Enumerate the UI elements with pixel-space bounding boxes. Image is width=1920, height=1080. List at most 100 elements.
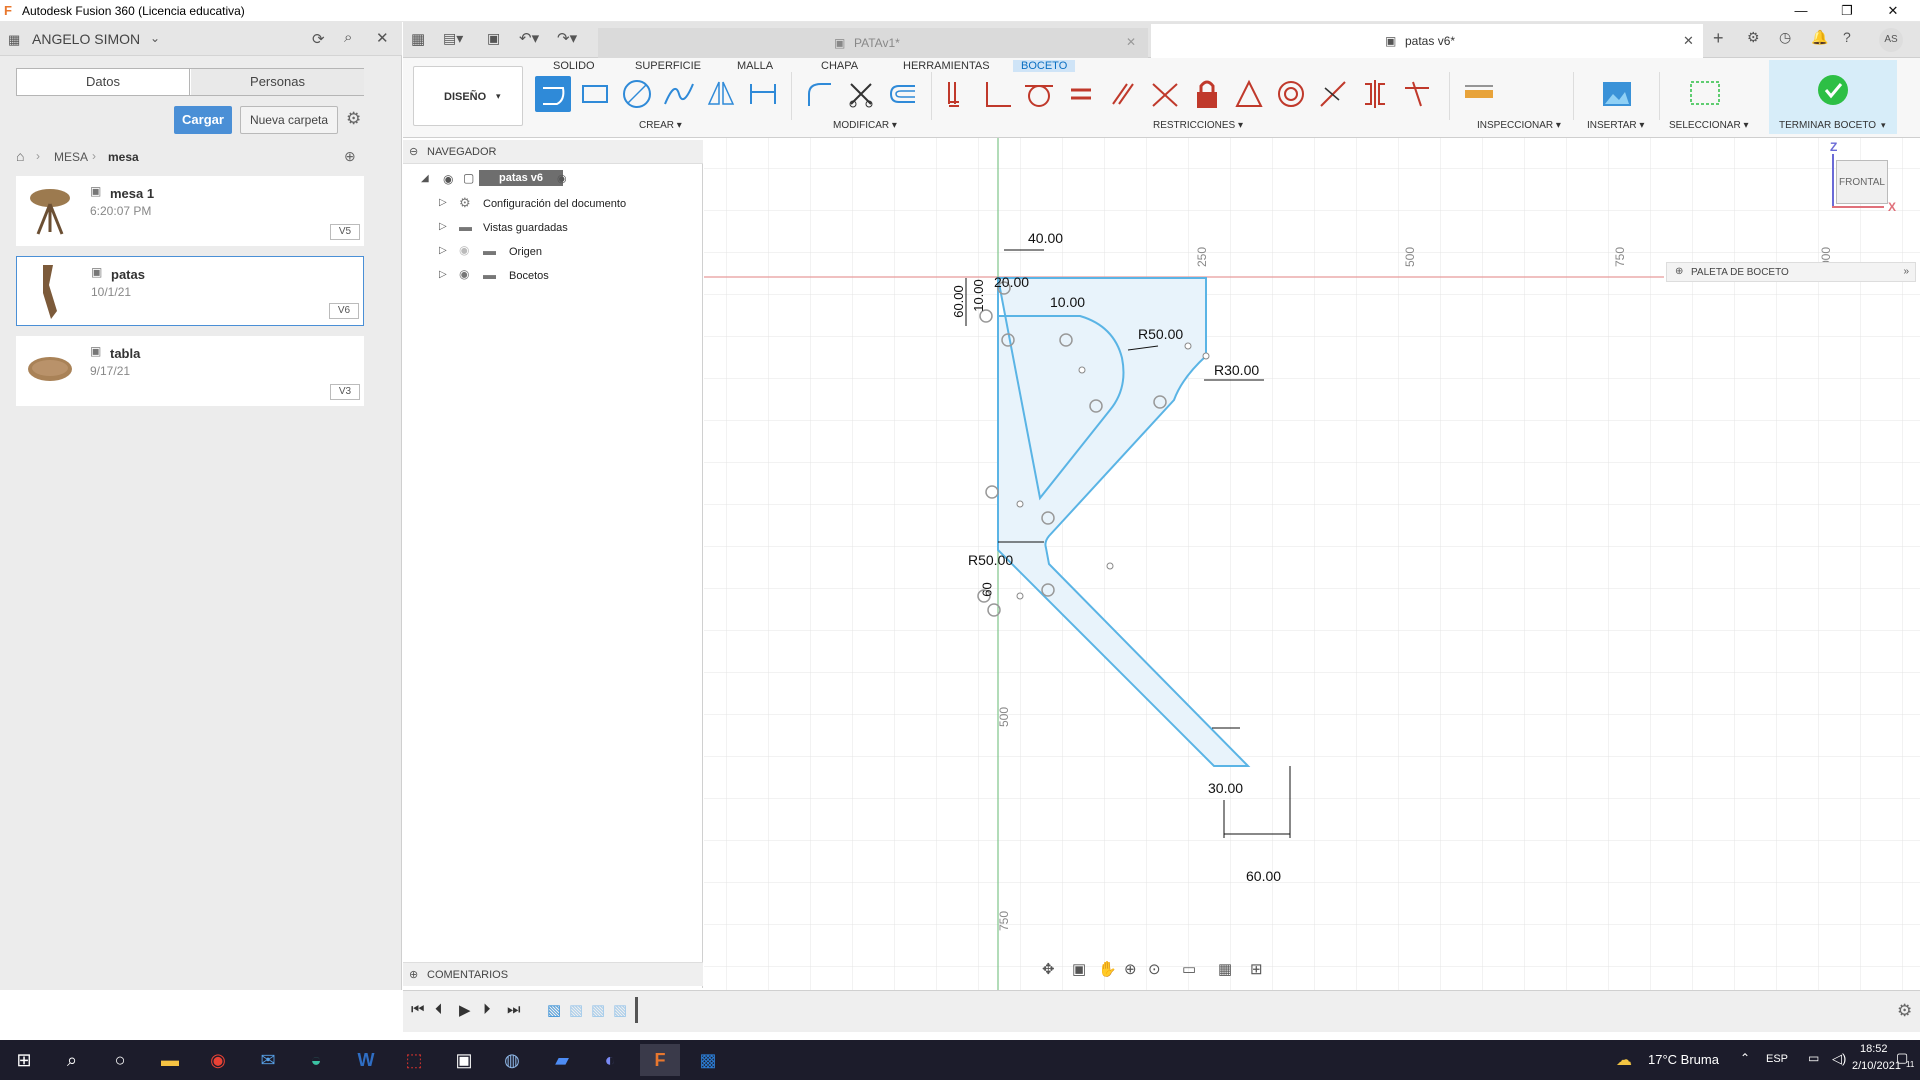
- grid-settings-icon[interactable]: ▦: [1218, 960, 1232, 978]
- tab-mesh[interactable]: MALLA: [737, 60, 773, 72]
- fix-lock-constraint-icon[interactable]: [1189, 76, 1225, 112]
- trim-tool-icon[interactable]: [843, 76, 879, 112]
- windows-start-icon[interactable]: ⊞: [4, 1044, 44, 1076]
- midpoint-constraint-icon[interactable]: [1315, 76, 1351, 112]
- undo-icon[interactable]: ↶▾: [519, 29, 539, 47]
- go-to-start-icon[interactable]: ⏮: [411, 1001, 425, 1018]
- version-badge[interactable]: V3: [330, 384, 360, 400]
- dimension-label[interactable]: 60.00: [951, 285, 966, 318]
- job-status-icon[interactable]: ◷: [1779, 29, 1791, 46]
- fillet-tool-icon[interactable]: [801, 76, 837, 112]
- tab-sketch[interactable]: BOCETO: [1013, 60, 1076, 72]
- rectangle-tool-icon[interactable]: [577, 76, 613, 112]
- dimension-label[interactable]: R50.00: [968, 552, 1013, 568]
- tab-tools[interactable]: HERRAMIENTAS: [903, 60, 990, 72]
- create-menu[interactable]: CREAR ▾: [639, 120, 682, 131]
- file-card-selected[interactable]: ▣ patas 10/1/21 V6: [16, 256, 364, 326]
- minimize-button[interactable]: —: [1778, 0, 1824, 22]
- timeline-marker[interactable]: [635, 997, 638, 1023]
- dimension-label[interactable]: 20.00: [994, 274, 1029, 290]
- view-cube[interactable]: Z X FRONTAL: [1826, 140, 1906, 220]
- load-button[interactable]: Cargar: [174, 106, 232, 134]
- clock-date[interactable]: 2/10/2021: [1852, 1060, 1901, 1072]
- zoom-icon[interactable]: ⊕: [1124, 960, 1137, 978]
- redo-icon[interactable]: ↷▾: [557, 29, 577, 47]
- orbit-icon[interactable]: ✥: [1042, 960, 1055, 978]
- home-icon[interactable]: ⌂: [16, 148, 24, 164]
- grid-apps-icon[interactable]: ▦: [8, 32, 20, 48]
- mail-icon[interactable]: ✉: [248, 1044, 288, 1076]
- step-back-icon[interactable]: ⏴: [435, 1001, 443, 1018]
- new-tab-icon[interactable]: +: [1713, 28, 1724, 49]
- tray-expand-icon[interactable]: ⌃: [1740, 1051, 1750, 1065]
- search-icon[interactable]: ⌕: [52, 1044, 92, 1076]
- settings-gear-icon[interactable]: ⚙: [346, 109, 361, 129]
- mirror-tool-icon[interactable]: [703, 76, 739, 112]
- circle-tool-icon[interactable]: [619, 76, 655, 112]
- modify-menu[interactable]: MODIFICAR ▾: [833, 120, 897, 131]
- clock-time[interactable]: 18:52: [1860, 1043, 1888, 1055]
- tab-surface[interactable]: SUPERFICIE: [635, 60, 701, 72]
- workspace-dropdown[interactable]: DISEÑO ▾: [413, 66, 523, 126]
- sketch-feature-icon[interactable]: ▧: [569, 1001, 583, 1019]
- grid-menu-icon[interactable]: ▦: [411, 30, 425, 48]
- tab-data[interactable]: Datos: [17, 69, 190, 95]
- design-canvas[interactable]: 250 500 750 000 500 750 40.00 20.00 10.0…: [704, 138, 1920, 990]
- timeline-settings-gear-icon[interactable]: ⚙: [1897, 1001, 1912, 1021]
- navigator-header[interactable]: ⊖ NAVEGADOR: [403, 140, 703, 164]
- display-settings-icon[interactable]: ▭: [1182, 960, 1196, 978]
- globe-icon[interactable]: ⊕: [344, 148, 356, 165]
- dimension-label[interactable]: 60.00: [1246, 868, 1281, 884]
- language-indicator[interactable]: ESP: [1766, 1053, 1788, 1065]
- tab-people[interactable]: Personas: [191, 69, 364, 95]
- fusion-taskbar-icon[interactable]: F: [640, 1044, 680, 1076]
- sketch-feature-icon[interactable]: ▧: [613, 1001, 627, 1019]
- version-badge[interactable]: V6: [329, 303, 359, 319]
- search-icon[interactable]: ⌕: [344, 29, 352, 46]
- breadcrumb-folder[interactable]: mesa: [108, 150, 139, 164]
- go-to-end-icon[interactable]: ⏭: [507, 1001, 521, 1018]
- eye-hidden-icon[interactable]: ◉: [459, 243, 469, 257]
- help-icon[interactable]: ?: [1843, 29, 1851, 45]
- navigator-item-origin[interactable]: ▷ ◉ ▬ Origen: [403, 240, 703, 264]
- step-forward-icon[interactable]: ⏵: [483, 1001, 491, 1018]
- close-panel-icon[interactable]: ✕: [376, 29, 389, 47]
- triangle-constraint-icon[interactable]: [1231, 76, 1267, 112]
- expand-icon[interactable]: ⊕: [409, 968, 418, 981]
- expand-arrow-icon[interactable]: ▷: [439, 221, 447, 232]
- cortana-icon[interactable]: ○: [100, 1044, 140, 1076]
- sketch-feature-icon[interactable]: ▧: [591, 1001, 605, 1019]
- eye-icon[interactable]: ◉: [459, 267, 469, 281]
- fit-icon[interactable]: ⊙: [1148, 960, 1161, 978]
- expand-arrow-icon[interactable]: ▷: [439, 245, 447, 256]
- navigator-item-saved-views[interactable]: ▷ ▬ Vistas guardadas: [403, 216, 703, 240]
- dimension-label[interactable]: 10.00: [971, 279, 986, 312]
- offset-tool-icon[interactable]: [885, 76, 921, 112]
- select-window-icon[interactable]: [1687, 76, 1723, 112]
- tab-pata-v1[interactable]: ▣ PATAv1* ✕: [598, 28, 1148, 58]
- comments-bar[interactable]: ⊕ COMENTARIOS: [403, 962, 703, 986]
- double-chevron-icon[interactable]: »: [1903, 266, 1909, 277]
- eye-icon[interactable]: ◉: [443, 172, 453, 186]
- sketch-feature-icon[interactable]: ▧: [547, 1001, 561, 1019]
- pan-hand-icon[interactable]: ✋: [1098, 960, 1117, 978]
- equal-constraint-icon[interactable]: [1063, 76, 1099, 112]
- tab-solid[interactable]: SOLIDO: [553, 60, 595, 72]
- horizontal-vertical-constraint-icon[interactable]: [937, 76, 973, 112]
- tab-patas-v6[interactable]: ▣ patas v6* ✕: [1151, 24, 1703, 58]
- close-window-button[interactable]: ✕: [1870, 0, 1916, 22]
- expand-arrow-icon[interactable]: ▷: [439, 269, 447, 280]
- tangent-constraint-icon[interactable]: [1021, 76, 1057, 112]
- close-tab-icon[interactable]: ✕: [1683, 33, 1694, 49]
- app-window-icon[interactable]: ▩: [688, 1044, 728, 1076]
- refresh-icon[interactable]: ⟳: [312, 30, 325, 48]
- dimension-label[interactable]: 30.00: [1208, 780, 1243, 796]
- navigator-item-document-settings[interactable]: ▷ ⚙ Configuración del documento: [403, 192, 703, 216]
- network-icon[interactable]: ▭: [1808, 1051, 1819, 1065]
- dimension-label[interactable]: 60: [980, 582, 995, 596]
- dimension-label[interactable]: 10.00: [1050, 294, 1085, 310]
- expand-icon[interactable]: ⊕: [1675, 266, 1683, 277]
- curvature-constraint-icon[interactable]: [1399, 76, 1435, 112]
- close-tab-icon[interactable]: ✕: [1126, 35, 1136, 49]
- viewports-icon[interactable]: ⊞: [1250, 960, 1263, 978]
